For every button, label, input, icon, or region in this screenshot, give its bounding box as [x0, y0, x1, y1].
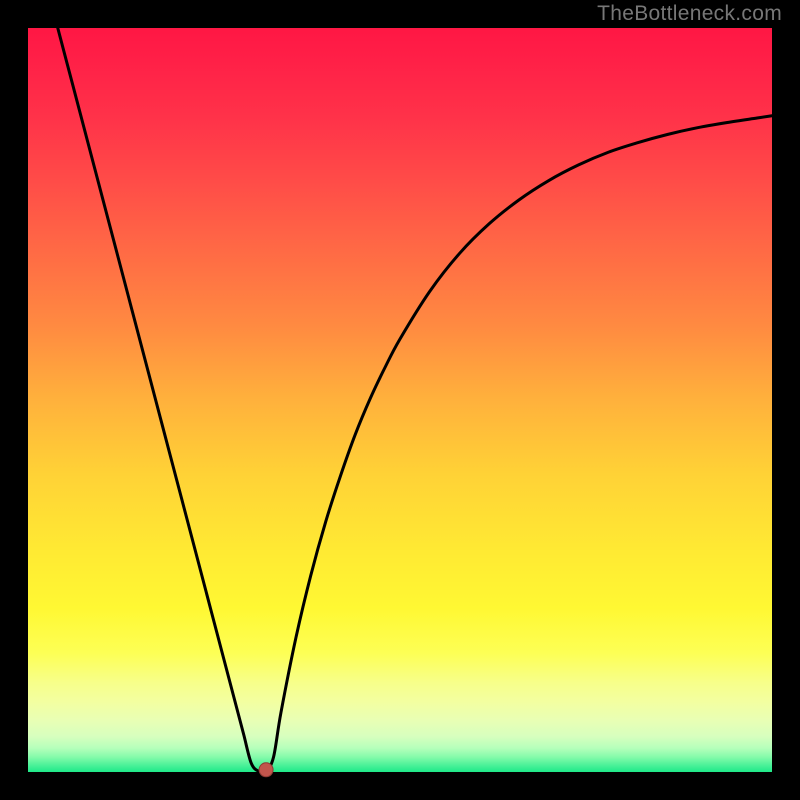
bottleneck-chart — [0, 0, 800, 800]
watermark-text: TheBottleneck.com — [597, 2, 782, 26]
chart-stage: TheBottleneck.com — [0, 0, 800, 800]
plot-area-bg — [28, 28, 772, 772]
optimum-marker — [259, 763, 273, 777]
